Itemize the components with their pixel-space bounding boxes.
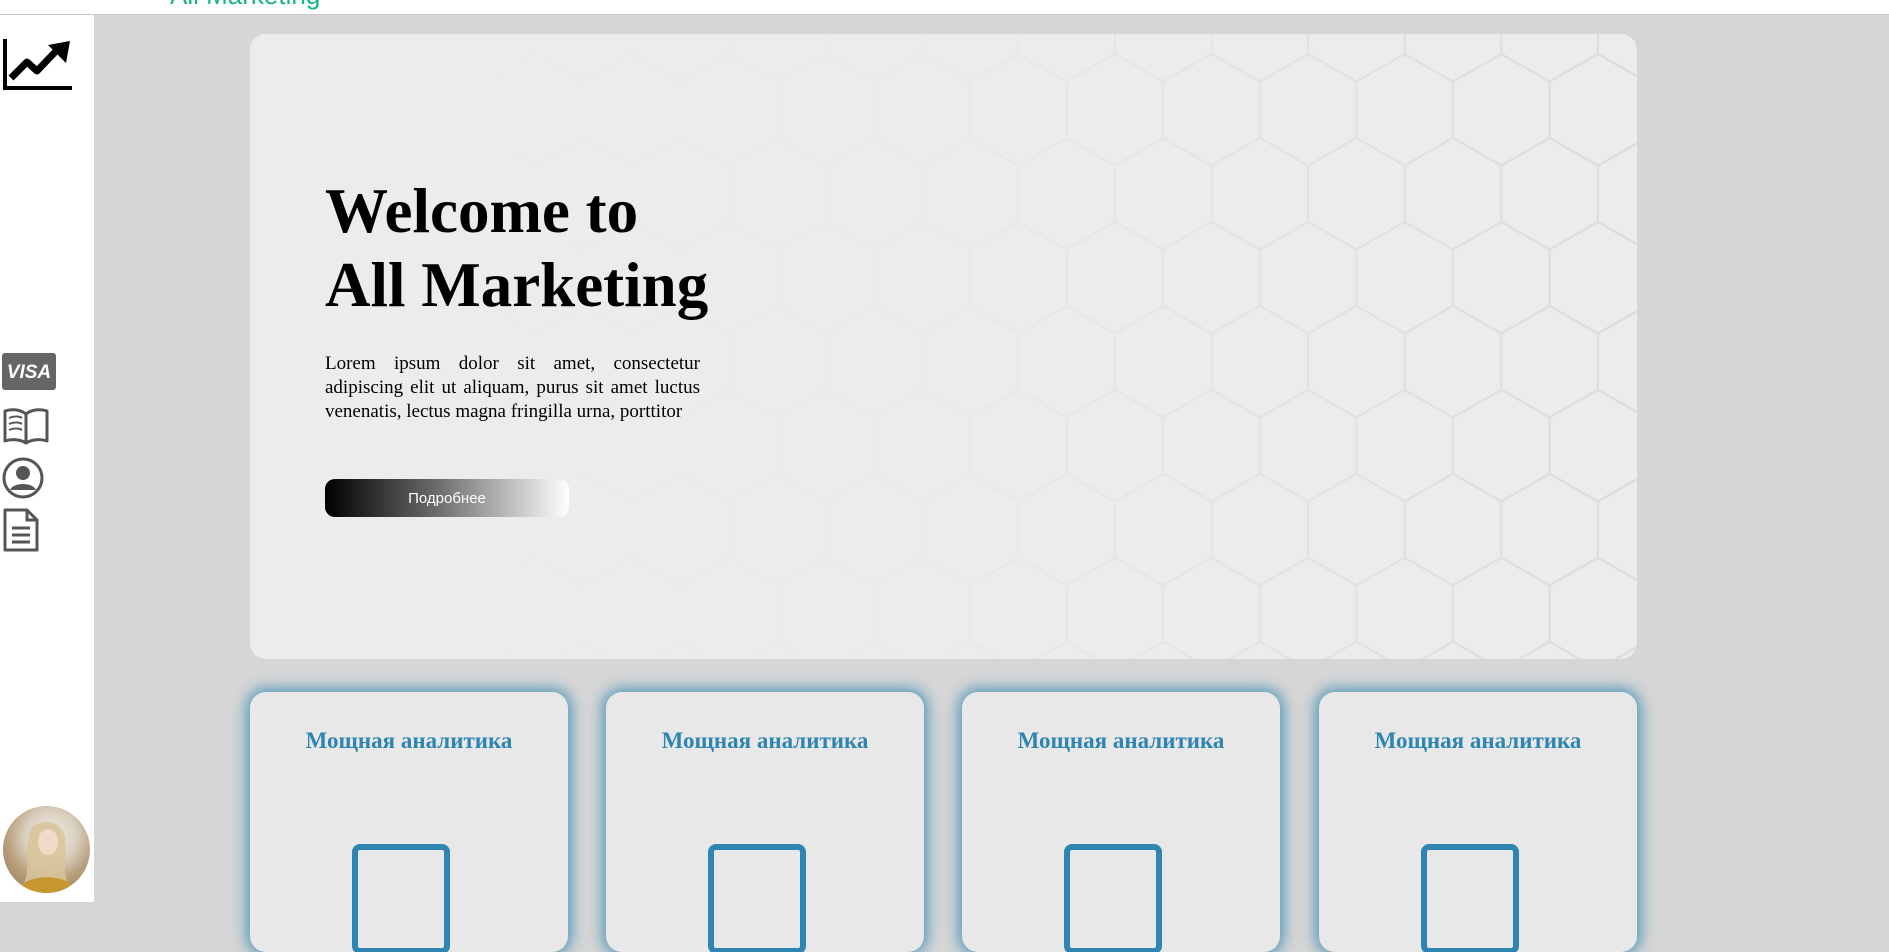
feature-icon [1421,844,1519,952]
feature-icon [352,844,450,952]
feature-card-title: Мощная аналитика [1017,728,1225,753]
feature-card[interactable]: Мощная аналитика [606,692,924,952]
feature-card[interactable]: Мощная аналитика [250,692,568,952]
hero-description: Lorem ipsum dolor sit amet, consectetur … [325,353,700,422]
feature-card-title: Мощная аналитика [1374,728,1582,753]
feature-icon [708,844,806,952]
user-circle-icon[interactable] [2,457,44,499]
feature-card-title: Мощная аналитика [305,728,513,753]
hero-title-line-1: Welcome to [325,176,639,246]
feature-card-title: Мощная аналитика [661,728,869,753]
hero-banner: Welcome to All Marketing Lorem ipsum dol… [250,34,1637,659]
book-icon[interactable] [2,406,50,446]
user-avatar[interactable] [3,806,90,893]
hexagon-pattern-background [250,34,1637,659]
feature-card[interactable]: Мощная аналитика [1319,692,1637,952]
feature-icon [1064,844,1162,952]
trending-up-icon[interactable] [2,36,74,92]
svg-text:VISA: VISA [7,362,51,383]
sidebar: VISA [0,15,94,902]
hero-title-line-2: All Marketing [325,250,709,320]
details-button[interactable]: Подробнее [325,479,569,517]
document-icon[interactable] [2,507,40,553]
hero-title: Welcome to All Marketing [325,174,805,322]
topbar-title: All Marketing [170,0,320,11]
feature-card[interactable]: Мощная аналитика [962,692,1280,952]
top-bar: All Marketing [0,0,1889,15]
visa-card-icon[interactable]: VISA [2,353,56,390]
